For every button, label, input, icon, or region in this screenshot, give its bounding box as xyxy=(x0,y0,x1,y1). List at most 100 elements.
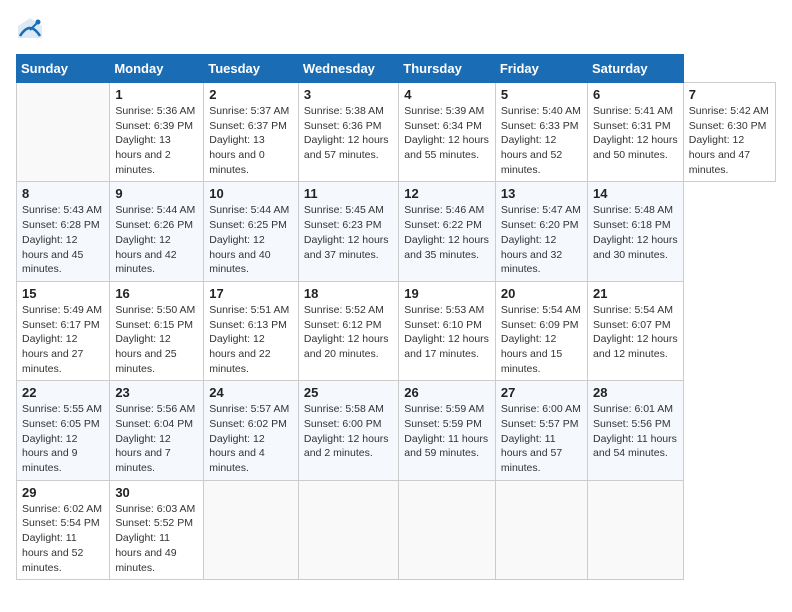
day-info: Sunrise: 5:59 AMSunset: 5:59 PMDaylight:… xyxy=(404,402,490,461)
day-number: 30 xyxy=(115,485,198,500)
calendar-cell: 19 Sunrise: 5:53 AMSunset: 6:10 PMDayligh… xyxy=(399,281,496,380)
calendar-cell: 2 Sunrise: 5:37 AMSunset: 6:37 PMDaylight… xyxy=(204,83,299,182)
col-header-saturday: Saturday xyxy=(588,55,684,83)
day-number: 12 xyxy=(404,186,490,201)
day-number: 8 xyxy=(22,186,104,201)
day-number: 18 xyxy=(304,286,393,301)
calendar-cell: 12 Sunrise: 5:46 AMSunset: 6:22 PMDayligh… xyxy=(399,182,496,281)
calendar-cell: 29 Sunrise: 6:02 AMSunset: 5:54 PMDayligh… xyxy=(17,480,110,579)
day-info: Sunrise: 5:54 AMSunset: 6:07 PMDaylight:… xyxy=(593,303,678,362)
day-info: Sunrise: 5:42 AMSunset: 6:30 PMDaylight:… xyxy=(689,104,770,177)
calendar-cell xyxy=(495,480,587,579)
day-number: 26 xyxy=(404,385,490,400)
calendar-week-0: 1Sunrise: 5:36 AMSunset: 6:39 PMDaylight… xyxy=(17,83,776,182)
day-info: Sunrise: 5:55 AMSunset: 6:05 PMDaylight:… xyxy=(22,402,104,475)
day-info: Sunrise: 5:36 AMSunset: 6:39 PMDaylight:… xyxy=(115,104,198,177)
calendar-cell xyxy=(298,480,398,579)
day-info: Sunrise: 5:49 AMSunset: 6:17 PMDaylight:… xyxy=(22,303,104,376)
day-number: 24 xyxy=(209,385,293,400)
calendar-week-1: 8 Sunrise: 5:43 AMSunset: 6:28 PMDaylight… xyxy=(17,182,776,281)
calendar-cell xyxy=(399,480,496,579)
calendar-table: SundayMondayTuesdayWednesdayThursdayFrid… xyxy=(16,54,776,580)
day-info: Sunrise: 5:43 AMSunset: 6:28 PMDaylight:… xyxy=(22,203,104,276)
day-info: Sunrise: 5:41 AMSunset: 6:31 PMDaylight:… xyxy=(593,104,678,163)
day-number: 5 xyxy=(501,87,582,102)
col-header-wednesday: Wednesday xyxy=(298,55,398,83)
logo-icon xyxy=(16,16,44,44)
calendar-week-4: 29 Sunrise: 6:02 AMSunset: 5:54 PMDayligh… xyxy=(17,480,776,579)
day-number: 14 xyxy=(593,186,678,201)
calendar-cell: 9Sunrise: 5:44 AMSunset: 6:26 PMDaylight… xyxy=(110,182,204,281)
calendar-cell: 13 Sunrise: 5:47 AMSunset: 6:20 PMDayligh… xyxy=(495,182,587,281)
day-number: 25 xyxy=(304,385,393,400)
day-info: Sunrise: 6:03 AMSunset: 5:52 PMDaylight:… xyxy=(115,502,198,575)
calendar-cell: 15 Sunrise: 5:49 AMSunset: 6:17 PMDayligh… xyxy=(17,281,110,380)
calendar-cell: 3Sunrise: 5:38 AMSunset: 6:36 PMDaylight… xyxy=(298,83,398,182)
calendar-cell: 8 Sunrise: 5:43 AMSunset: 6:28 PMDaylight… xyxy=(17,182,110,281)
day-info: Sunrise: 5:54 AMSunset: 6:09 PMDaylight:… xyxy=(501,303,582,376)
col-header-sunday: Sunday xyxy=(17,55,110,83)
day-info: Sunrise: 5:38 AMSunset: 6:36 PMDaylight:… xyxy=(304,104,393,163)
day-info: Sunrise: 5:51 AMSunset: 6:13 PMDaylight:… xyxy=(209,303,293,376)
day-info: Sunrise: 5:56 AMSunset: 6:04 PMDaylight:… xyxy=(115,402,198,475)
day-info: Sunrise: 5:52 AMSunset: 6:12 PMDaylight:… xyxy=(304,303,393,362)
calendar-cell: 21 Sunrise: 5:54 AMSunset: 6:07 PMDayligh… xyxy=(588,281,684,380)
day-info: Sunrise: 5:44 AMSunset: 6:25 PMDaylight:… xyxy=(209,203,293,276)
day-number: 7 xyxy=(689,87,770,102)
day-number: 22 xyxy=(22,385,104,400)
calendar-cell: 4Sunrise: 5:39 AMSunset: 6:34 PMDaylight… xyxy=(399,83,496,182)
day-info: Sunrise: 5:46 AMSunset: 6:22 PMDaylight:… xyxy=(404,203,490,262)
day-info: Sunrise: 5:40 AMSunset: 6:33 PMDaylight:… xyxy=(501,104,582,177)
day-number: 2 xyxy=(209,87,293,102)
calendar-cell: 11Sunrise: 5:45 AMSunset: 6:23 PMDayligh… xyxy=(298,182,398,281)
day-number: 15 xyxy=(22,286,104,301)
day-info: Sunrise: 5:58 AMSunset: 6:00 PMDaylight:… xyxy=(304,402,393,461)
calendar-cell: 14 Sunrise: 5:48 AMSunset: 6:18 PMDayligh… xyxy=(588,182,684,281)
day-info: Sunrise: 5:53 AMSunset: 6:10 PMDaylight:… xyxy=(404,303,490,362)
day-number: 19 xyxy=(404,286,490,301)
col-header-monday: Monday xyxy=(110,55,204,83)
calendar-cell: 10 Sunrise: 5:44 AMSunset: 6:25 PMDayligh… xyxy=(204,182,299,281)
day-number: 28 xyxy=(593,385,678,400)
day-info: Sunrise: 5:48 AMSunset: 6:18 PMDaylight:… xyxy=(593,203,678,262)
day-number: 11 xyxy=(304,186,393,201)
day-number: 13 xyxy=(501,186,582,201)
day-number: 27 xyxy=(501,385,582,400)
calendar-cell: 7 Sunrise: 5:42 AMSunset: 6:30 PMDaylight… xyxy=(683,83,775,182)
day-number: 23 xyxy=(115,385,198,400)
day-number: 9 xyxy=(115,186,198,201)
day-info: Sunrise: 5:37 AMSunset: 6:37 PMDaylight:… xyxy=(209,104,293,177)
day-info: Sunrise: 5:50 AMSunset: 6:15 PMDaylight:… xyxy=(115,303,198,376)
calendar-cell: 23 Sunrise: 5:56 AMSunset: 6:04 PMDayligh… xyxy=(110,381,204,480)
calendar-cell: 5 Sunrise: 5:40 AMSunset: 6:33 PMDaylight… xyxy=(495,83,587,182)
calendar-cell xyxy=(204,480,299,579)
page-header xyxy=(16,16,776,44)
calendar-cell: 6Sunrise: 5:41 AMSunset: 6:31 PMDaylight… xyxy=(588,83,684,182)
day-number: 21 xyxy=(593,286,678,301)
calendar-header-row: SundayMondayTuesdayWednesdayThursdayFrid… xyxy=(17,55,776,83)
day-info: Sunrise: 6:01 AMSunset: 5:56 PMDaylight:… xyxy=(593,402,678,461)
calendar-cell: 24 Sunrise: 5:57 AMSunset: 6:02 PMDayligh… xyxy=(204,381,299,480)
day-number: 20 xyxy=(501,286,582,301)
day-number: 16 xyxy=(115,286,198,301)
calendar-cell: 22 Sunrise: 5:55 AMSunset: 6:05 PMDayligh… xyxy=(17,381,110,480)
calendar-cell: 25 Sunrise: 5:58 AMSunset: 6:00 PMDayligh… xyxy=(298,381,398,480)
day-number: 29 xyxy=(22,485,104,500)
day-info: Sunrise: 5:47 AMSunset: 6:20 PMDaylight:… xyxy=(501,203,582,276)
day-number: 4 xyxy=(404,87,490,102)
day-number: 10 xyxy=(209,186,293,201)
calendar-cell: 20 Sunrise: 5:54 AMSunset: 6:09 PMDayligh… xyxy=(495,281,587,380)
calendar-week-2: 15 Sunrise: 5:49 AMSunset: 6:17 PMDayligh… xyxy=(17,281,776,380)
day-number: 17 xyxy=(209,286,293,301)
col-header-tuesday: Tuesday xyxy=(204,55,299,83)
calendar-cell: 1Sunrise: 5:36 AMSunset: 6:39 PMDaylight… xyxy=(110,83,204,182)
day-info: Sunrise: 6:02 AMSunset: 5:54 PMDaylight:… xyxy=(22,502,104,575)
calendar-cell: 17 Sunrise: 5:51 AMSunset: 6:13 PMDayligh… xyxy=(204,281,299,380)
day-info: Sunrise: 5:57 AMSunset: 6:02 PMDaylight:… xyxy=(209,402,293,475)
calendar-cell xyxy=(588,480,684,579)
calendar-cell: 30 Sunrise: 6:03 AMSunset: 5:52 PMDayligh… xyxy=(110,480,204,579)
calendar-cell: 27Sunrise: 6:00 AMSunset: 5:57 PMDayligh… xyxy=(495,381,587,480)
logo xyxy=(16,16,48,44)
calendar-cell xyxy=(17,83,110,182)
calendar-cell: 26 Sunrise: 5:59 AMSunset: 5:59 PMDayligh… xyxy=(399,381,496,480)
